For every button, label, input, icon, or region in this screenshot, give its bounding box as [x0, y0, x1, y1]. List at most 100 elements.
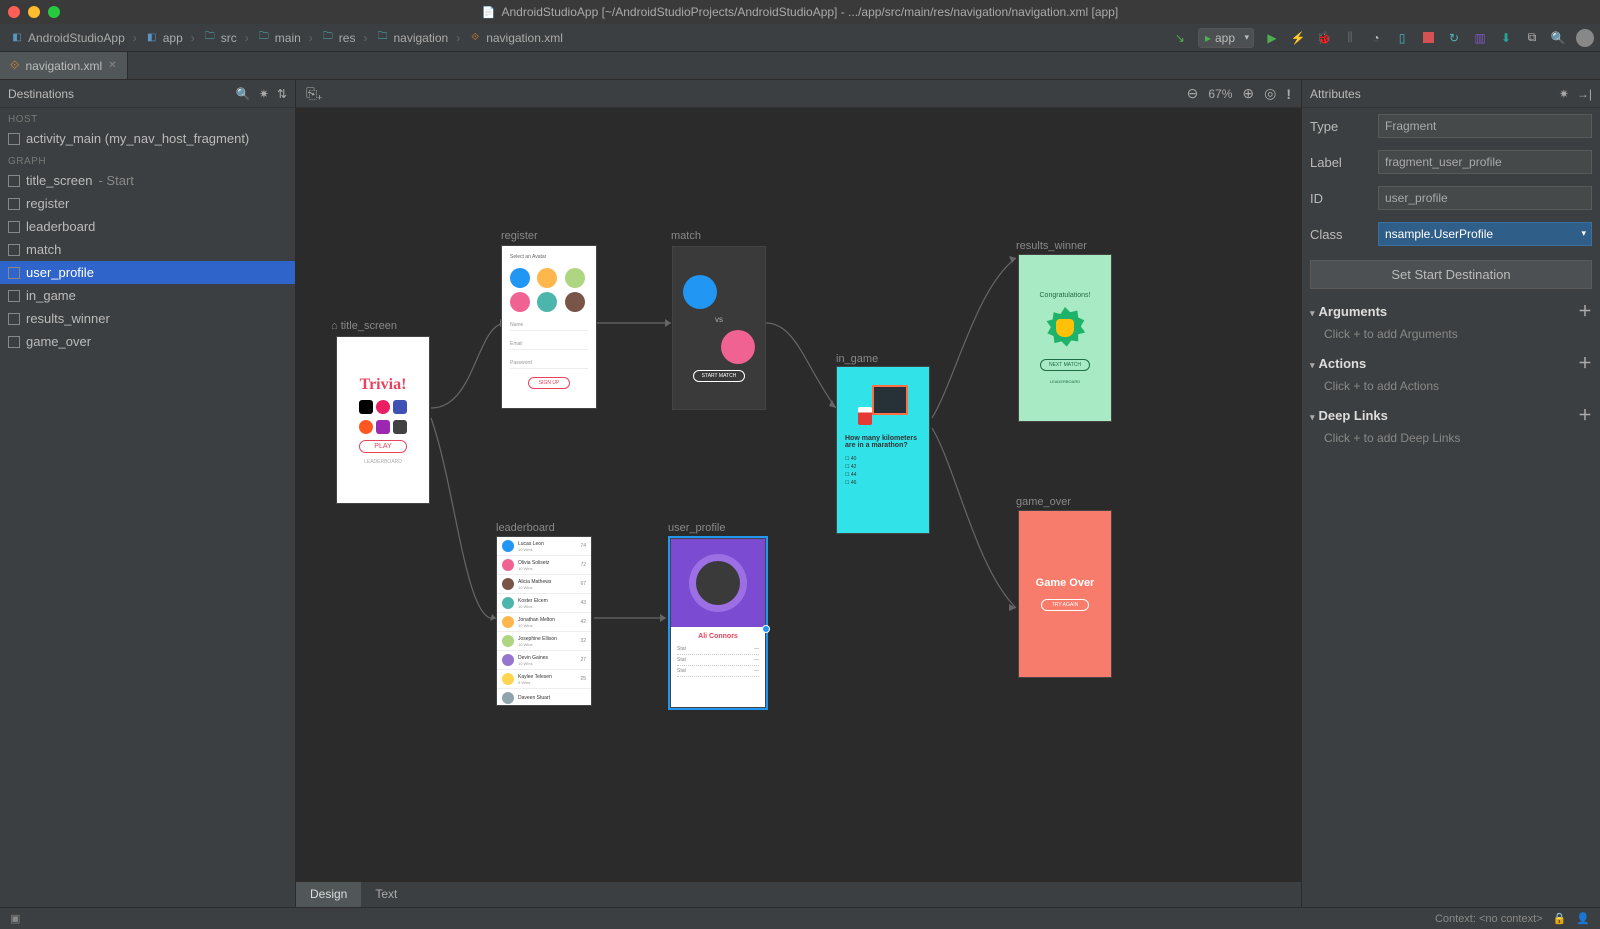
search-everywhere-icon[interactable]: 🔍 [1550, 30, 1566, 46]
crumb-project[interactable]: ◧AndroidStudioApp [6, 29, 129, 47]
zoom-fit-icon[interactable]: ◎ [1264, 85, 1276, 102]
node-label-leaderboard: leaderboard [496, 522, 555, 534]
crumb-file[interactable]: ⟐navigation.xml [464, 29, 567, 47]
graph-item-in-game[interactable]: in_game [0, 284, 295, 307]
deeplinks-hint: Click + to add Deep Links [1302, 429, 1600, 453]
apply-changes-icon[interactable]: ⚡ [1290, 30, 1306, 46]
node-label-user-profile: user_profile [668, 522, 725, 534]
attach-debugger-icon[interactable]: ▯ [1394, 30, 1410, 46]
attr-label-field[interactable]: fragment_user_profile [1378, 150, 1592, 174]
crumb-navigation[interactable]: 🗀navigation [371, 29, 452, 47]
status-person-icon[interactable]: 👤 [1576, 912, 1590, 925]
gauge-icon[interactable]: ◔ [1368, 30, 1384, 46]
graph-item-user-profile[interactable]: user_profile [0, 261, 295, 284]
status-show-tool-windows-icon[interactable]: ▣ [10, 912, 20, 925]
run-icon[interactable]: ▶ [1264, 30, 1280, 46]
stop-icon[interactable] [1420, 30, 1436, 46]
sync-icon[interactable]: ↻ [1446, 30, 1462, 46]
node-label-title-screen: title_screen [341, 320, 397, 332]
nav-editor-canvas-wrap: ⎘₊ ⊖ 67% ⊕ ◎ ! [296, 80, 1301, 907]
node-title-screen[interactable]: Trivia! PLAY LEADERBOARD [336, 336, 430, 504]
action-handle[interactable] [762, 625, 770, 633]
graph-item-game-over[interactable]: game_over [0, 330, 295, 353]
deeplinks-section[interactable]: Deep Links [1319, 408, 1388, 423]
node-match[interactable]: vs START MATCH [672, 246, 766, 410]
attributes-collapse-icon[interactable]: →| [1577, 87, 1592, 101]
crumb-main[interactable]: 🗀main [253, 29, 305, 47]
node-label-results-winner: results_winner [1016, 240, 1087, 252]
node-leaderboard[interactable]: Lucas Leon10 Wins74 Olivia Solisetz10 Wi… [496, 536, 592, 706]
zoom-in-icon[interactable]: ⊕ [1242, 85, 1254, 102]
tab-label: navigation.xml [25, 59, 102, 73]
add-argument-icon[interactable]: ＋ [1578, 301, 1592, 321]
status-context[interactable]: Context: <no context> [1435, 913, 1543, 925]
activity-icon [8, 133, 20, 145]
node-label-game-over: game_over [1016, 496, 1071, 508]
node-in-game[interactable]: How many kilometers are in a marathon? ☐… [836, 366, 930, 534]
editor-tabs: ⟐ navigation.xml ✕ [0, 52, 1600, 80]
maximize-window-icon[interactable] [48, 6, 60, 18]
crumb-app[interactable]: ◧app [141, 29, 187, 47]
status-bar: ▣ Context: <no context> 🔒 👤 [0, 907, 1600, 929]
issues-icon[interactable]: ! [1286, 86, 1291, 102]
node-game-over[interactable]: Game Over TRY AGAIN [1018, 510, 1112, 678]
make-project-icon[interactable]: ↘ [1172, 30, 1188, 46]
arguments-hint: Click + to add Arguments [1302, 325, 1600, 349]
attr-type-field[interactable]: Fragment [1378, 114, 1592, 138]
attributes-title: Attributes [1310, 87, 1361, 101]
layout-inspector-icon[interactable]: ⧉ [1524, 30, 1540, 46]
avd-manager-icon[interactable]: ▥ [1472, 30, 1488, 46]
add-destination-icon[interactable]: ⎘₊ [306, 85, 322, 102]
node-register[interactable]: Select an Avatar Name Email Password SIG… [501, 245, 597, 409]
node-results-winner[interactable]: Congratulations! NEXT MATCH LEADERBOARD [1018, 254, 1112, 422]
crumb-res[interactable]: 🗀res [317, 29, 360, 47]
arguments-section[interactable]: Arguments [1319, 304, 1388, 319]
add-deeplink-icon[interactable]: ＋ [1578, 405, 1592, 425]
debug-icon[interactable]: 🐞 [1316, 30, 1332, 46]
host-section-label: HOST [0, 108, 295, 127]
zoom-out-icon[interactable]: ⊖ [1187, 85, 1199, 102]
xml-file-icon: ⟐ [10, 58, 19, 73]
destinations-search-icon[interactable]: 🔍 [236, 87, 251, 101]
breadcrumb: ◧AndroidStudioApp ◧app 🗀src 🗀main 🗀res 🗀… [6, 29, 567, 47]
attributes-settings-icon[interactable]: ✷ [1559, 87, 1569, 101]
actions-section[interactable]: Actions [1319, 356, 1367, 371]
tab-design[interactable]: Design [296, 882, 361, 907]
lock-icon[interactable]: 🔒 [1553, 912, 1567, 925]
node-user-profile[interactable]: Ali Connors Stat— Stat— Stat— [670, 538, 766, 708]
host-activity-main[interactable]: activity_main (my_nav_host_fragment) [0, 127, 295, 150]
graph-item-title-screen[interactable]: title_screen - Start [0, 169, 295, 192]
main-toolbar: ◧AndroidStudioApp ◧app 🗀src 🗀main 🗀res 🗀… [0, 24, 1600, 52]
actions-hint: Click + to add Actions [1302, 377, 1600, 401]
home-icon: ⌂ [331, 320, 338, 332]
node-label-register: register [501, 230, 538, 242]
destinations-title: Destinations [8, 87, 74, 101]
window-title: AndroidStudioApp [~/AndroidStudioProject… [502, 5, 1119, 19]
tab-text[interactable]: Text [361, 882, 411, 907]
destinations-autogroup-icon[interactable]: ⇅ [277, 87, 287, 101]
run-config-dropdown[interactable]: ▸app [1198, 28, 1254, 48]
graph-item-match[interactable]: match [0, 238, 295, 261]
add-action-icon[interactable]: ＋ [1578, 353, 1592, 373]
set-start-destination-button[interactable]: Set Start Destination [1310, 260, 1592, 289]
attributes-panel: Attributes ✷ →| TypeFragment Labelfragme… [1301, 80, 1600, 907]
graph-item-register[interactable]: register [0, 192, 295, 215]
graph-item-results-winner[interactable]: results_winner [0, 307, 295, 330]
crumb-src[interactable]: 🗀src [199, 29, 241, 47]
minimize-window-icon[interactable] [28, 6, 40, 18]
close-window-icon[interactable] [8, 6, 20, 18]
profiler-icon[interactable]: ⫼ [1342, 30, 1358, 46]
tab-navigation-xml[interactable]: ⟐ navigation.xml ✕ [0, 52, 128, 79]
graph-item-leaderboard[interactable]: leaderboard [0, 215, 295, 238]
graph-section-label: GRAPH [0, 150, 295, 169]
close-tab-icon[interactable]: ✕ [108, 60, 116, 71]
attr-class-dropdown[interactable]: nsample.UserProfile [1378, 222, 1592, 246]
destinations-settings-icon[interactable]: ✷ [259, 87, 269, 101]
sdk-manager-icon[interactable]: ⬇ [1498, 30, 1514, 46]
user-avatar-icon[interactable] [1576, 29, 1594, 47]
attr-id-field[interactable]: user_profile [1378, 186, 1592, 210]
destinations-panel: Destinations 🔍 ✷ ⇅ HOST activity_main (m… [0, 80, 296, 907]
nav-graph-canvas[interactable]: ⌂ title_screen Trivia! PLAY LEADERBOARD … [296, 108, 1301, 881]
design-text-tabs: Design Text [296, 881, 1301, 907]
node-label-in-game: in_game [836, 353, 878, 365]
